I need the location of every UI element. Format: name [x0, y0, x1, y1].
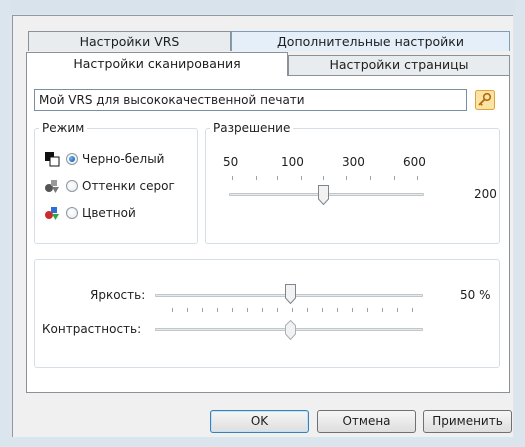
slider-tick [307, 308, 308, 312]
cancel-button[interactable]: Отмена [317, 410, 416, 433]
resolution-slider-thumb[interactable] [318, 185, 329, 206]
slider-tick [417, 176, 418, 180]
slider-tick [394, 176, 395, 180]
apply-button[interactable]: Применить [423, 410, 512, 433]
tab-vrs-settings[interactable]: Настройки VRS [28, 31, 231, 51]
slider-tick [346, 176, 347, 180]
profile-name-field[interactable]: Мой VRS для высококачественной печати [34, 89, 467, 111]
slider-tick [172, 308, 173, 312]
slider-tick [232, 308, 233, 312]
tab-advanced-settings[interactable]: Дополнительные настройки [231, 31, 510, 51]
slider-tick [217, 308, 218, 312]
key-icon[interactable] [474, 90, 496, 110]
slider-tick [370, 176, 371, 180]
radio-grayscale[interactable]: Оттенки серог [44, 177, 175, 195]
tab-page-settings[interactable]: Настройки страницы [288, 55, 510, 75]
slider-tick [412, 308, 413, 312]
window-frame-right [515, 0, 525, 447]
window-frame-bottom [0, 437, 525, 447]
resolution-group-title: Разрешение [213, 121, 291, 135]
radio-button-checked[interactable] [66, 153, 78, 165]
slider-tick [322, 308, 323, 312]
slider-tick [301, 176, 302, 180]
contrast-label: Контрастность: [42, 322, 142, 336]
resolution-scale-label: 600 [403, 155, 426, 169]
resolution-group: Разрешение [205, 121, 500, 244]
slider-tick [367, 308, 368, 312]
slider-tick [256, 176, 257, 180]
resolution-scale-label: 50 [223, 155, 239, 169]
slider-tick [337, 308, 338, 312]
radio-label-black-white: Черно-белый [82, 152, 165, 166]
window-frame-left [0, 0, 10, 447]
color-mode-icon [44, 205, 60, 221]
slider-tick [352, 308, 353, 312]
window-frame-top [0, 0, 525, 14]
mode-group-title: Режим [42, 121, 85, 135]
ok-button[interactable]: OK [210, 410, 309, 433]
slider-tick [277, 176, 278, 180]
slider-tick [262, 308, 263, 312]
brightness-slider-thumb[interactable] [285, 284, 296, 305]
slider-tick [382, 308, 383, 312]
resolution-scale-label: 300 [342, 155, 365, 169]
slider-tick [292, 308, 293, 312]
grayscale-mode-icon [44, 178, 60, 194]
slider-tick [323, 176, 324, 180]
resolution-scale-label: 100 [281, 155, 304, 169]
brightness-label: Яркость: [90, 288, 146, 302]
radio-button[interactable] [66, 180, 78, 192]
slider-tick [232, 176, 233, 180]
contrast-slider-thumb[interactable] [285, 319, 296, 341]
radio-button[interactable] [66, 207, 78, 219]
slider-tick [247, 308, 248, 312]
radio-label-color: Цветной [82, 206, 136, 220]
black-white-mode-icon [44, 151, 60, 167]
radio-black-white[interactable]: Черно-белый [44, 150, 164, 168]
dialog-window: Настройки VRS Дополнительные настройки Н… [0, 0, 525, 447]
slider-tick [397, 308, 398, 312]
resolution-value: 200 [474, 187, 497, 201]
tab-scan-settings[interactable]: Настройки сканирования [26, 52, 288, 76]
radio-color[interactable]: Цветной [44, 204, 136, 222]
brightness-value: 50 % [460, 288, 491, 302]
adjustments-group [34, 259, 500, 368]
slider-tick [277, 308, 278, 312]
slider-tick [202, 308, 203, 312]
slider-tick [187, 308, 188, 312]
radio-label-grayscale: Оттенки серог [82, 179, 175, 193]
